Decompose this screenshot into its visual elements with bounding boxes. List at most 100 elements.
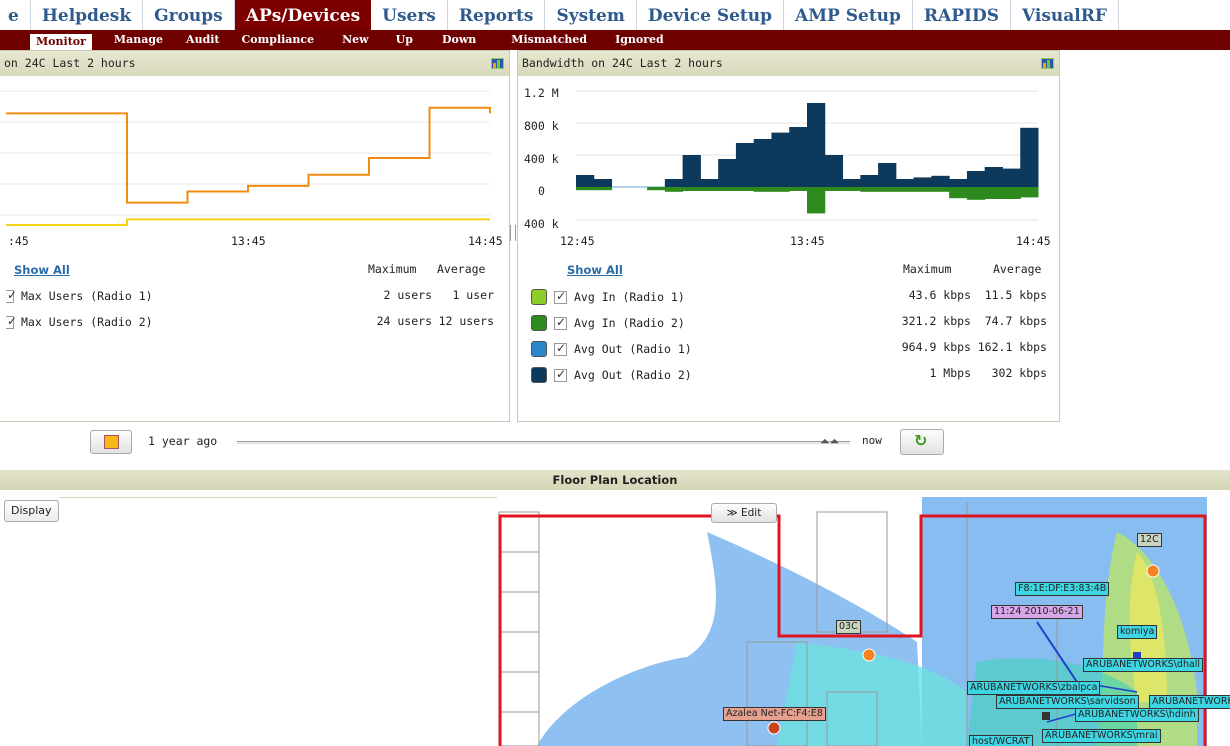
bw-panel-header: Bandwidth on 24C Last 2 hours xyxy=(518,51,1059,76)
bandwidth-chart xyxy=(576,90,1039,221)
nav-tab-home[interactable]: e xyxy=(0,0,31,30)
edit-button[interactable]: ≫ Edit xyxy=(711,503,777,523)
bw-bar xyxy=(931,187,950,192)
bw-bar xyxy=(647,187,666,191)
bw-out-r2-swatch xyxy=(531,367,547,383)
nav-tab-aps-devices[interactable]: APs/Devices xyxy=(234,0,372,30)
nav-tab-visualrf[interactable]: VisualRF xyxy=(1011,0,1119,30)
subnav-down[interactable]: Down xyxy=(442,30,476,50)
nav-tab-system[interactable]: System xyxy=(545,0,637,30)
bw-bar xyxy=(878,163,897,187)
bw-in-r1-label: Avg In (Radio 1) xyxy=(574,290,685,304)
bw-bar xyxy=(735,143,755,187)
sub-nav: Monitor Manage Audit Compliance New Up D… xyxy=(0,30,1230,50)
bw-bar xyxy=(718,159,737,187)
bw-bar xyxy=(735,187,755,191)
users-show-all-link[interactable]: Show All xyxy=(14,263,70,277)
slider-handle-icon[interactable]: ⏶⏶ xyxy=(820,434,839,449)
refresh-button[interactable]: ↻ xyxy=(900,429,944,455)
bw-bar xyxy=(1020,127,1039,187)
bw-show-all-link[interactable]: Show All xyxy=(567,263,623,277)
users-radio1-checkbox[interactable] xyxy=(6,288,17,303)
users-radio2-max: 24 users xyxy=(376,314,432,328)
bw-bar xyxy=(895,179,915,187)
users-legend-row-1: Max Users (Radio 1) xyxy=(6,287,153,305)
chart-icon[interactable] xyxy=(1041,58,1054,69)
bw-out-r1-swatch xyxy=(531,341,547,357)
bw-bar xyxy=(753,187,772,192)
bw-bar xyxy=(1020,187,1039,198)
bw-in-r1-max: 43.6 kbps xyxy=(908,288,971,302)
client-label-komiya[interactable]: komiya xyxy=(1117,625,1158,639)
bw-legend-row-1: Avg In (Radio 1) xyxy=(531,288,685,306)
client-label-zbalpca[interactable]: ARUBANETWORKS\zbalpca xyxy=(967,681,1101,695)
users-series-line-2 xyxy=(6,218,490,226)
nav-tab-groups[interactable]: Groups xyxy=(143,0,235,30)
bw-out-r2-max: 1 Mbps xyxy=(929,366,971,380)
bw-in-r2-swatch xyxy=(531,315,547,331)
panel-splitter[interactable] xyxy=(510,225,516,241)
bw-legend-row-4: Avg Out (Radio 2) xyxy=(531,366,692,384)
slider-left-label: 1 year ago xyxy=(148,434,218,448)
bw-bar xyxy=(860,187,879,192)
bw-bar xyxy=(1002,187,1021,199)
bw-bar xyxy=(1002,168,1021,187)
ap-label-12c[interactable]: 12C xyxy=(1137,533,1162,547)
nav-tab-users[interactable]: Users xyxy=(371,0,448,30)
bw-out-r2-checkbox[interactable] xyxy=(554,367,567,382)
client-icon xyxy=(1042,712,1050,720)
nav-tab-rapids[interactable]: RAPIDS xyxy=(913,0,1011,30)
bw-out-r1-label: Avg Out (Radio 1) xyxy=(574,342,692,356)
nav-tab-amp-setup[interactable]: AMP Setup xyxy=(784,0,913,30)
subnav-ignored[interactable]: Ignored xyxy=(615,30,664,50)
slider-track[interactable] xyxy=(237,441,850,444)
bw-y-tick-1: 800 k xyxy=(524,119,559,133)
display-button[interactable]: Display xyxy=(4,500,59,522)
client-label-wcrat[interactable]: host/WCRAT xyxy=(969,735,1033,746)
bw-bar xyxy=(842,179,861,187)
subnav-mismatched[interactable]: Mismatched xyxy=(511,30,587,50)
bw-in-r1-swatch xyxy=(531,289,547,305)
subnav-manage[interactable]: Manage xyxy=(114,30,163,50)
nav-tab-reports[interactable]: Reports xyxy=(448,0,546,30)
bw-bar xyxy=(966,187,986,200)
chart-icon[interactable] xyxy=(491,58,504,69)
subnav-audit[interactable]: Audit xyxy=(186,30,219,50)
bw-bar xyxy=(682,155,701,187)
bw-x-label-2: 14:45 xyxy=(1016,234,1051,248)
bw-bar xyxy=(718,187,737,191)
users-radio2-checkbox[interactable] xyxy=(6,314,17,329)
users-panel-title: on 24C Last 2 hours xyxy=(4,56,136,70)
nav-tab-helpdesk[interactable]: Helpdesk xyxy=(31,0,144,30)
bw-bar xyxy=(593,187,613,191)
bw-bar xyxy=(842,187,861,191)
subnav-up[interactable]: Up xyxy=(396,30,413,50)
client-label-hdinh[interactable]: ARUBANETWORKS\hdinh xyxy=(1075,708,1199,722)
floor-plan-map[interactable]: ≫ Edit 12C F8:1E:DF:E3:83:4B 11:24 2010-… xyxy=(497,492,1230,746)
subnav-compliance[interactable]: Compliance xyxy=(242,30,315,50)
floor-plan-header: Floor Plan Location xyxy=(0,470,1230,490)
client-label-abear[interactable]: ARUBANETWORKS\abear xyxy=(1149,695,1230,709)
client-label-azalea[interactable]: Azalea Net-FC:F4:E8 xyxy=(723,707,826,721)
bw-bar xyxy=(576,187,595,191)
timestamp-label[interactable]: 11:24 2010-06-21 xyxy=(991,605,1083,619)
bw-bar xyxy=(824,187,844,191)
subnav-monitor[interactable]: Monitor xyxy=(30,34,92,50)
nav-tab-device-setup[interactable]: Device Setup xyxy=(637,0,785,30)
calendar-button[interactable] xyxy=(90,430,132,454)
client-label-sarvidson[interactable]: ARUBANETWORKS\sarvidson xyxy=(996,695,1139,709)
bw-out-r1-checkbox[interactable] xyxy=(554,341,567,356)
client-label-dhall[interactable]: ARUBANETWORKS\dhall xyxy=(1083,658,1204,672)
bw-legend-row-3: Avg Out (Radio 1) xyxy=(531,340,692,358)
bw-bar xyxy=(984,167,1003,187)
bw-bar xyxy=(878,187,897,192)
client-label-mac[interactable]: F8:1E:DF:E3:83:4B xyxy=(1015,582,1110,596)
subnav-new[interactable]: New xyxy=(342,30,369,50)
bw-in-r1-checkbox[interactable] xyxy=(554,289,567,304)
users-x-label-0: :45 xyxy=(8,234,29,248)
users-panel-header: on 24C Last 2 hours xyxy=(0,51,509,76)
ap-label-03c[interactable]: 03C xyxy=(836,620,861,634)
client-label-mrai[interactable]: ARUBANETWORKS\mrai xyxy=(1042,729,1161,743)
bw-in-r2-checkbox[interactable] xyxy=(554,315,567,330)
